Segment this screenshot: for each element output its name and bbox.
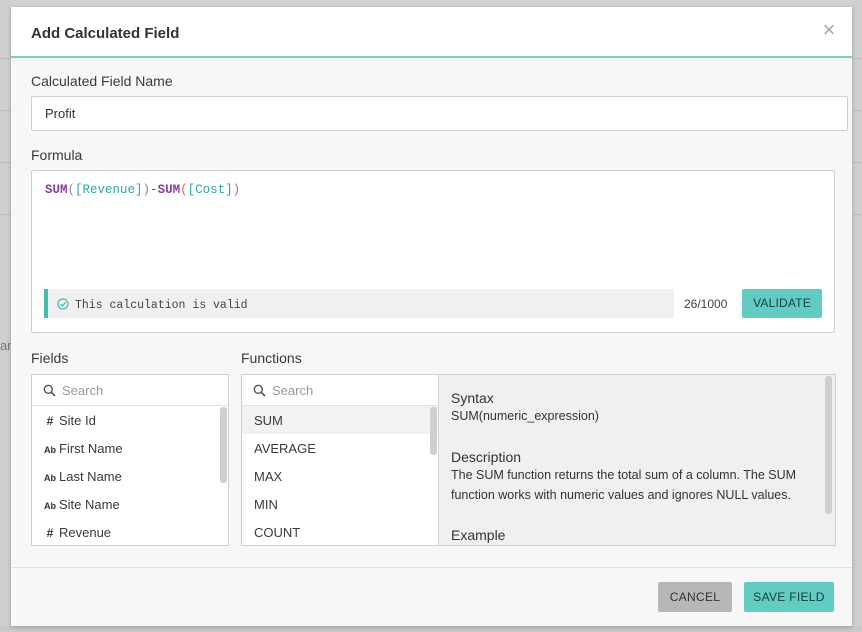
validation-status: This calculation is valid	[44, 289, 674, 318]
number-type-icon: #	[46, 414, 54, 428]
text-type-icon: Ab	[44, 501, 56, 511]
text-type-icon: Ab	[44, 473, 56, 483]
background-page-left: ar	[0, 0, 12, 632]
functions-panel: Search SUM AVERAGE MAX MIN COUNT	[241, 374, 440, 546]
formula-token-paren: )	[142, 183, 151, 197]
character-counter: 26/1000	[684, 297, 728, 311]
fields-scrollbar[interactable]	[220, 407, 227, 483]
formula-code[interactable]: SUM([Revenue])-SUM([Cost])	[45, 183, 240, 197]
field-item[interactable]: Ab Last Name	[32, 462, 228, 490]
fields-panel: Search # Site Id Ab First Name Ab Last Name…	[31, 374, 229, 546]
function-item-sum[interactable]: SUM	[242, 406, 439, 434]
function-item-average[interactable]: AVERAGE	[242, 434, 439, 462]
dialog-header: Add Calculated Field ×	[11, 7, 852, 58]
number-type-icon: #	[46, 526, 54, 540]
background-page-bottom	[0, 626, 862, 632]
description-text: The SUM function returns the total sum o…	[451, 468, 797, 502]
fields-search[interactable]: Search	[32, 375, 228, 406]
formula-label: Formula	[31, 147, 83, 163]
formula-token-paren: (	[67, 183, 76, 197]
syntax-text: SUM(numeric_expression)	[451, 409, 599, 423]
formula-token-paren: (	[180, 183, 188, 197]
formula-token-function: SUM	[157, 183, 181, 197]
background-page-right	[852, 0, 862, 632]
text-type-icon: Ab	[44, 445, 56, 455]
validate-button[interactable]: VALIDATE	[742, 289, 822, 318]
functions-search-placeholder: Search	[272, 383, 314, 398]
field-item[interactable]: # Site Id	[32, 406, 228, 434]
functions-list: SUM AVERAGE MAX MIN COUNT	[242, 406, 439, 545]
field-item[interactable]: Ab Site Name	[32, 490, 228, 518]
check-circle-icon	[57, 298, 69, 310]
formula-token-field: [Revenue]	[75, 183, 143, 197]
functions-label: Functions	[241, 350, 302, 366]
formula-token-operator: -	[150, 183, 158, 197]
fields-list: # Site Id Ab First Name Ab Last Name Ab Site…	[32, 406, 228, 545]
fields-label: Fields	[31, 350, 69, 366]
dialog-title: Add Calculated Field	[31, 25, 180, 42]
close-icon[interactable]: ×	[820, 19, 838, 41]
background-text-fragment: ar	[0, 338, 12, 353]
search-icon	[253, 384, 266, 397]
field-item-label: Revenue	[59, 525, 112, 540]
fields-search-placeholder: Search	[62, 383, 104, 398]
description-scrollbar[interactable]	[825, 376, 832, 514]
field-item[interactable]: Ab First Name	[32, 434, 228, 462]
field-item-label: Last Name	[59, 469, 122, 484]
field-item[interactable]: # Revenue	[32, 518, 228, 545]
formula-token-function: SUM	[45, 183, 68, 197]
field-item-label: Site Id	[59, 413, 96, 428]
formula-token-field: [Cost]	[187, 183, 233, 197]
syntax-heading: Syntax	[451, 390, 494, 406]
field-item-label: First Name	[59, 441, 123, 456]
validation-message: This calculation is valid	[75, 299, 248, 312]
function-item-min[interactable]: MIN	[242, 490, 439, 518]
formula-token-paren: )	[232, 183, 241, 197]
example-heading: Example	[451, 527, 506, 543]
cancel-button[interactable]: CANCEL	[658, 582, 732, 612]
footer-divider	[11, 567, 852, 568]
functions-search[interactable]: Search	[242, 375, 439, 406]
add-calculated-field-dialog: Add Calculated Field × Calculated Field …	[11, 7, 852, 626]
search-icon	[43, 384, 56, 397]
functions-scrollbar[interactable]	[430, 407, 437, 455]
function-description-panel: Syntax SUM(numeric_expression) Descripti…	[438, 374, 836, 546]
function-item-max[interactable]: MAX	[242, 462, 439, 490]
save-field-button[interactable]: SAVE FIELD	[744, 582, 834, 612]
field-name-input[interactable]	[31, 96, 848, 131]
description-heading: Description	[451, 449, 522, 465]
field-item-label: Site Name	[59, 497, 120, 512]
function-item-count[interactable]: COUNT	[242, 518, 439, 545]
field-name-label: Calculated Field Name	[31, 73, 173, 89]
formula-editor[interactable]: SUM([Revenue])-SUM([Cost]) This calculat…	[31, 170, 835, 333]
